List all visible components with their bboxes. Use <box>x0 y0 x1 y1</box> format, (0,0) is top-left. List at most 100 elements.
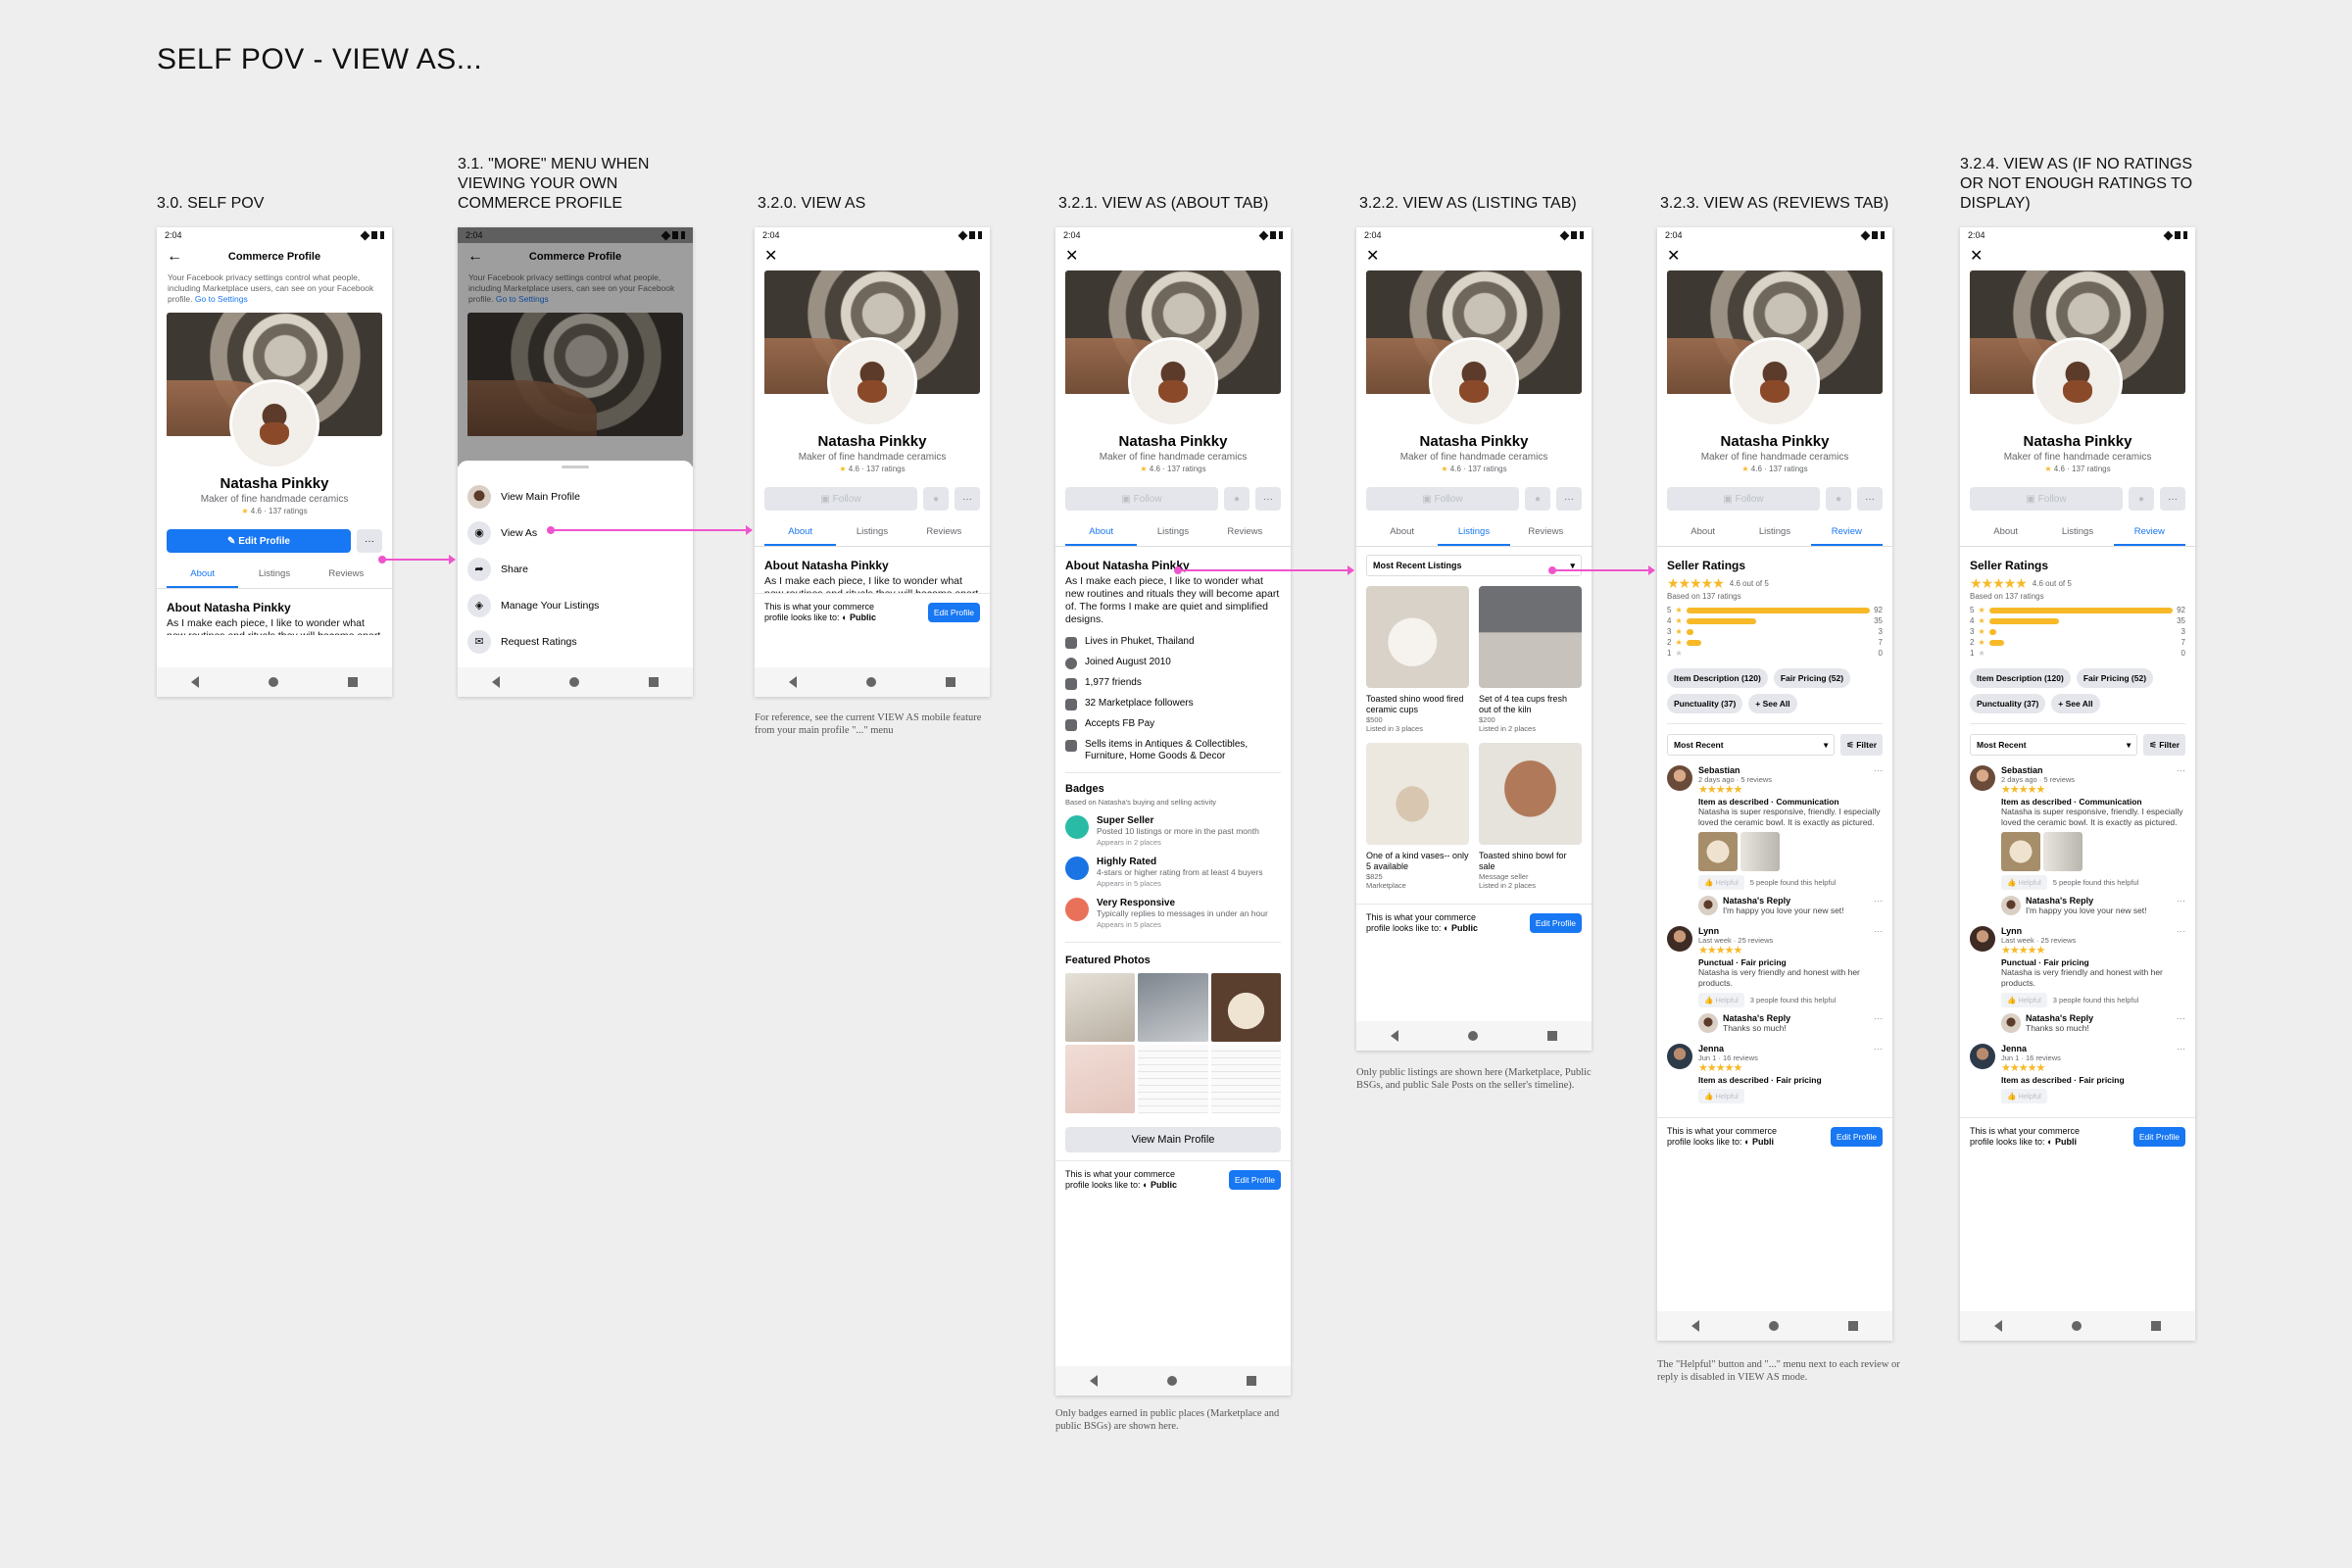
tab-about[interactable]: About <box>1065 520 1138 546</box>
nav-back-icon[interactable] <box>1691 1320 1700 1332</box>
review-photo[interactable] <box>1740 832 1780 871</box>
nav-home-icon[interactable] <box>1166 1376 1177 1386</box>
sheet-handle[interactable] <box>562 466 589 468</box>
chip-fair-pricing[interactable]: Fair Pricing (52) <box>1773 668 1851 688</box>
menu-item-view-main-profile[interactable]: View Main Profile <box>458 478 693 514</box>
close-icon[interactable]: ✕ <box>1970 249 1983 265</box>
tab-listings[interactable]: Listings <box>1739 520 1810 546</box>
edit-profile-button[interactable]: Edit Profile <box>927 603 980 622</box>
filter-button[interactable]: ⚟ Filter <box>1840 734 1883 756</box>
tab-about[interactable]: About <box>764 520 837 546</box>
status-icons <box>957 230 982 240</box>
helpful-button: 👍 Helpful <box>1698 1089 1744 1103</box>
edit-profile-button[interactable]: Edit Profile <box>1228 1170 1281 1190</box>
featured-photo[interactable] <box>1210 1045 1281 1113</box>
chip-item-description[interactable]: Item Description (120) <box>1970 668 2071 688</box>
tab-listings[interactable]: Listings <box>1438 520 1510 546</box>
edit-profile-button[interactable]: Edit Profile <box>2132 1127 2185 1147</box>
tab-about[interactable]: About <box>1366 520 1438 546</box>
go-to-settings-link[interactable]: Go to Settings <box>195 294 248 304</box>
nav-home-icon[interactable] <box>865 677 876 687</box>
close-icon[interactable]: ✕ <box>1667 249 1680 265</box>
nav-back-icon[interactable] <box>191 676 200 688</box>
chip-fair-pricing[interactable]: Fair Pricing (52) <box>2076 668 2154 688</box>
nav-home-icon[interactable] <box>568 677 579 687</box>
reply-text: Thanks so much! <box>2026 1023 2089 1033</box>
audience-selector[interactable]: Publi <box>2055 1137 2077 1147</box>
audience-selector[interactable]: Publi <box>1752 1137 1774 1147</box>
tab-reviews[interactable]: Reviews <box>1209 520 1281 546</box>
nav-recent-icon[interactable] <box>347 677 358 687</box>
chip-see-all[interactable]: + See All <box>1748 694 1797 713</box>
listing-card[interactable]: Toasted shino wood fired ceramic cups $50… <box>1366 586 1469 733</box>
nav-back-icon[interactable] <box>1994 1320 2003 1332</box>
tab-about[interactable]: About <box>1970 520 2041 546</box>
tab-listings[interactable]: Listings <box>238 563 310 588</box>
tab-about[interactable]: About <box>167 563 239 588</box>
review-stars-icon: ★★★★★ <box>2001 945 2045 956</box>
close-icon[interactable]: ✕ <box>1366 249 1379 265</box>
tab-review[interactable]: Review <box>2113 520 2185 546</box>
edit-profile-button[interactable]: ✎ Edit Profile <box>167 529 351 553</box>
review-photo[interactable] <box>2043 832 2082 871</box>
reviews-sort-dropdown[interactable]: Most Recent ▾ <box>1970 734 2138 756</box>
nav-recent-icon[interactable] <box>2150 1321 2161 1331</box>
follow-label: Follow <box>1735 493 1764 505</box>
tab-listings[interactable]: Listings <box>2041 520 2113 546</box>
menu-item-manage-listings[interactable]: ◈ Manage Your Listings <box>458 587 693 623</box>
bar-count: 3 <box>1878 627 1883 636</box>
nav-back-icon[interactable] <box>1090 1375 1099 1387</box>
tab-listings[interactable]: Listings <box>836 520 907 546</box>
nav-home-icon[interactable] <box>268 677 278 687</box>
edit-profile-button[interactable]: Edit Profile <box>1830 1127 1883 1147</box>
audience-selector[interactable]: Public <box>1451 923 1478 933</box>
nav-back-icon[interactable] <box>492 676 501 688</box>
edit-profile-button[interactable]: Edit Profile <box>1529 913 1582 933</box>
menu-item-share[interactable]: ➦ Share <box>458 551 693 587</box>
nav-recent-icon[interactable] <box>1847 1321 1858 1331</box>
featured-photo[interactable] <box>1138 973 1208 1042</box>
listing-card[interactable]: Toasted shino bowl for sale Message selle… <box>1479 743 1582 890</box>
menu-item-view-as[interactable]: ◉ View As <box>458 514 693 551</box>
listing-card[interactable]: Set of 4 tea cups fresh out of the kiln $… <box>1479 586 1582 733</box>
nav-home-icon[interactable] <box>1467 1031 1478 1041</box>
tab-listings[interactable]: Listings <box>1137 520 1208 546</box>
review-photo[interactable] <box>2001 832 2040 871</box>
chip-item-description[interactable]: Item Description (120) <box>1667 668 1768 688</box>
listing-card[interactable]: One of a kind vases-- only 5 available $8… <box>1366 743 1469 890</box>
nav-recent-icon[interactable] <box>1246 1376 1256 1386</box>
nav-recent-icon[interactable] <box>648 677 659 687</box>
view-main-profile-button[interactable]: View Main Profile <box>1065 1127 1281 1152</box>
tab-reviews[interactable]: Reviews <box>908 520 980 546</box>
view-as-line1: This is what your commerce <box>1667 1126 1778 1136</box>
nav-recent-icon[interactable] <box>1546 1031 1557 1041</box>
more-button[interactable]: ··· <box>357 529 382 553</box>
close-icon[interactable]: ✕ <box>1065 249 1078 265</box>
tab-review[interactable]: Review <box>1810 520 1883 546</box>
featured-photo[interactable] <box>1210 973 1281 1042</box>
reviews-sort-dropdown[interactable]: Most Recent ▾ <box>1667 734 1836 756</box>
chip-punctuality[interactable]: Punctuality (37) <box>1970 694 2046 713</box>
audience-selector[interactable]: Public <box>850 612 876 622</box>
about-text: As I make each piece, I like to wonder w… <box>764 575 978 593</box>
close-icon[interactable]: ✕ <box>764 249 777 265</box>
dim-overlay[interactable] <box>458 227 693 466</box>
nav-back-icon[interactable] <box>1391 1030 1399 1042</box>
tab-reviews[interactable]: Reviews <box>311 563 382 588</box>
tab-reviews[interactable]: Reviews <box>1510 520 1582 546</box>
filter-button[interactable]: ⚟ Filter <box>2143 734 2185 756</box>
nav-home-icon[interactable] <box>1768 1321 1779 1331</box>
chip-see-all[interactable]: + See All <box>2051 694 2100 713</box>
nav-back-icon[interactable] <box>789 676 798 688</box>
bar-count: 0 <box>2180 649 2185 658</box>
menu-item-request-ratings[interactable]: ✉ Request Ratings <box>458 623 693 660</box>
nav-home-icon[interactable] <box>2071 1321 2082 1331</box>
featured-photo[interactable] <box>1065 973 1136 1042</box>
featured-photo[interactable] <box>1138 1045 1208 1113</box>
featured-photo[interactable] <box>1065 1045 1136 1113</box>
nav-recent-icon[interactable] <box>945 677 956 687</box>
audience-selector[interactable]: Public <box>1151 1180 1177 1190</box>
tab-about[interactable]: About <box>1667 520 1739 546</box>
chip-punctuality[interactable]: Punctuality (37) <box>1667 694 1743 713</box>
review-photo[interactable] <box>1698 832 1738 871</box>
